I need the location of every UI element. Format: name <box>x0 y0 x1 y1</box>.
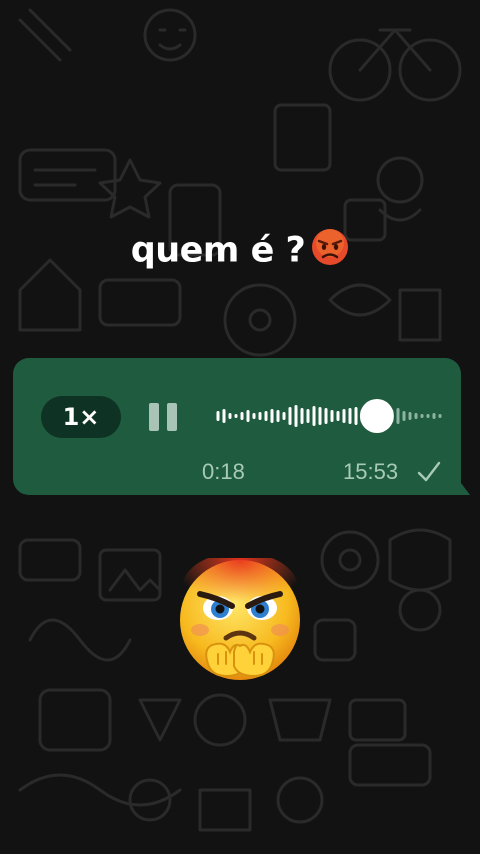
waveform-bar <box>354 407 358 425</box>
caption-text: quem é ? <box>130 230 306 271</box>
voice-duration: 0:18 <box>202 459 245 484</box>
waveform-bar <box>300 408 304 424</box>
playback-speed-button[interactable]: 1× <box>41 396 121 438</box>
waveform-bar <box>246 410 250 422</box>
waveform-bar <box>216 411 220 421</box>
waveform-bar <box>294 405 298 427</box>
waveform-bar <box>288 407 292 425</box>
waveform-bar <box>282 412 286 420</box>
waveform-bar <box>330 410 334 422</box>
bubble-tail <box>458 479 470 495</box>
voice-message-bubble[interactable]: 1× 0:18 15:53 <box>13 358 461 495</box>
waveform-bar <box>270 409 274 423</box>
waveform-bar <box>306 409 310 423</box>
waveform-bar <box>258 412 262 420</box>
waveform-bar <box>324 408 328 424</box>
waveform-bar <box>234 414 238 418</box>
angry-face-icon <box>311 228 349 275</box>
waveform-bar <box>222 409 226 423</box>
waveform-bar <box>396 408 400 424</box>
waveform-bar <box>252 413 256 419</box>
message-timestamp: 15:53 <box>343 459 399 484</box>
waveform-bar <box>312 406 316 426</box>
waveform-bar <box>264 411 268 421</box>
waveform-bar <box>414 413 418 419</box>
waveform-bar <box>348 408 352 424</box>
waveform-bar <box>336 411 340 421</box>
caption: quem é ? <box>0 228 480 275</box>
waveform-bar <box>426 414 430 418</box>
waveform-bar <box>240 412 244 420</box>
playback-speed-label: 1× <box>62 403 100 431</box>
angry-emoji-sticker-icon <box>180 558 300 680</box>
pause-icon[interactable] <box>149 403 179 431</box>
waveform-bar <box>228 413 232 419</box>
waveform-bar <box>402 411 406 421</box>
waveform-bar <box>420 414 424 418</box>
waveform-bar <box>408 412 412 420</box>
waveform-bar <box>276 410 280 422</box>
waveform-bar <box>438 414 442 418</box>
waveform-bar <box>318 407 322 425</box>
waveform-bar <box>432 413 436 419</box>
waveform-bar <box>342 409 346 423</box>
seek-handle[interactable] <box>359 399 394 433</box>
single-check-icon <box>417 461 441 482</box>
audio-waveform[interactable] <box>215 394 443 438</box>
